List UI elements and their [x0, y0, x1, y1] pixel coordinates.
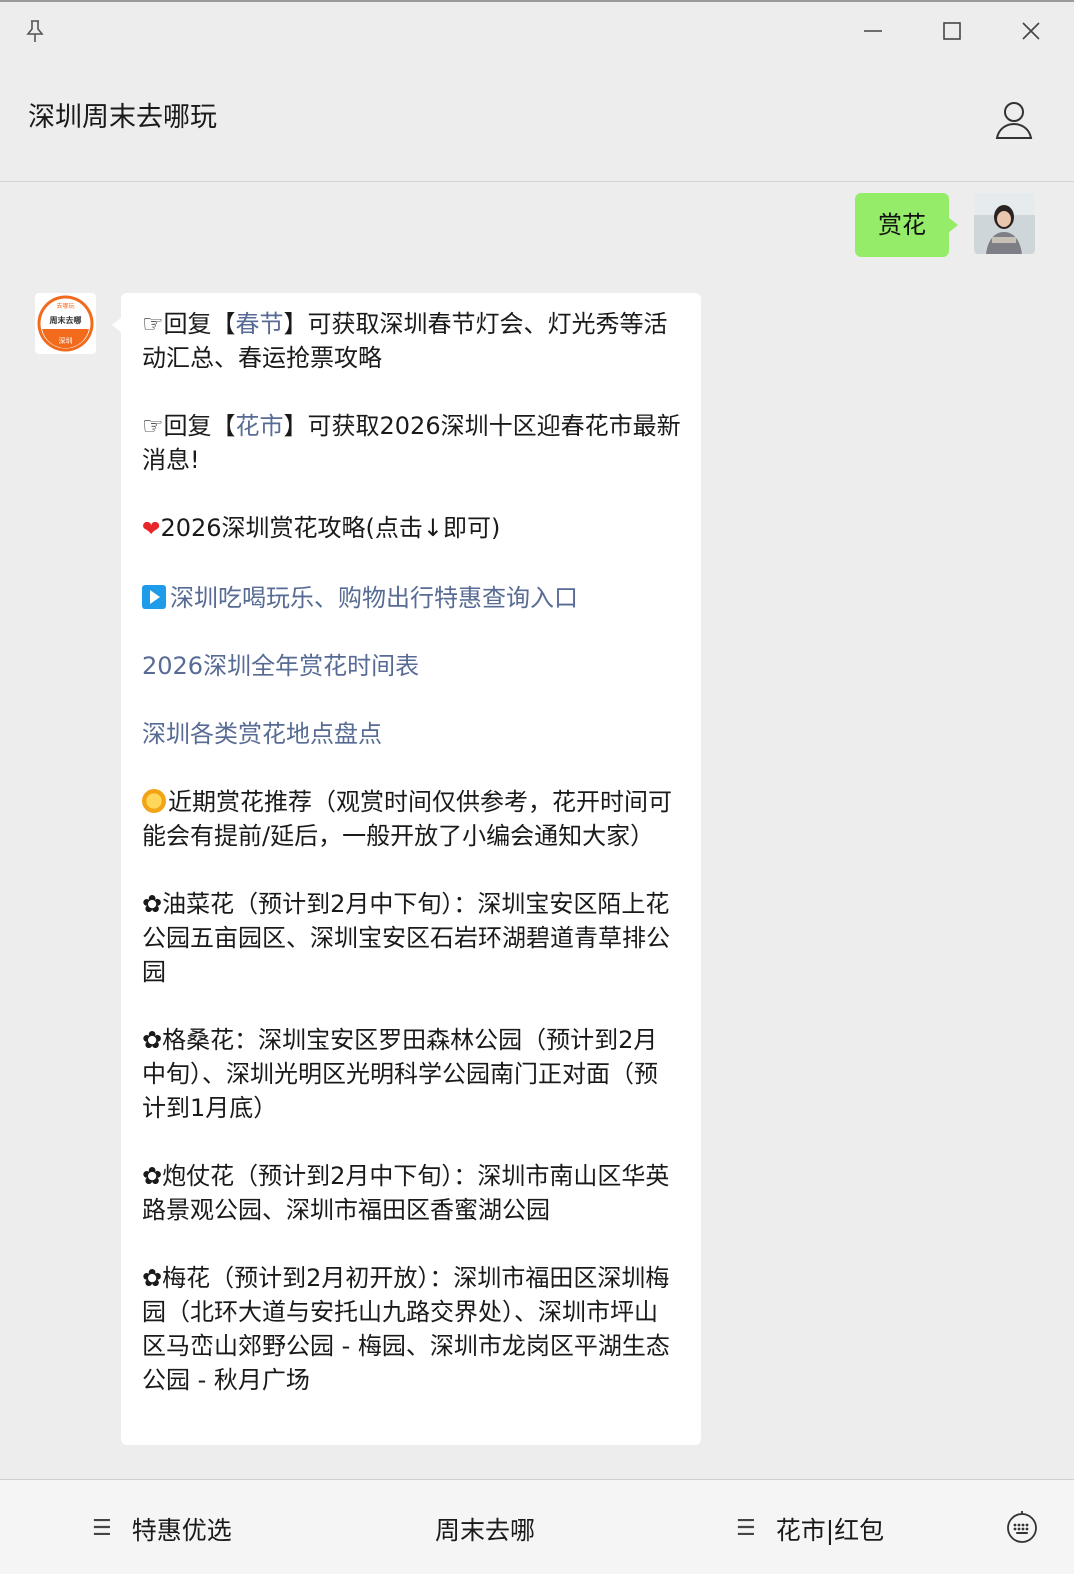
deals-line: 深圳吃喝玩乐、购物出行特惠查询入口	[142, 581, 681, 615]
guide-text: 2026深圳赏花攻略(点击↓即可)	[160, 514, 501, 542]
reply-prefix: ☞回复【	[142, 412, 236, 440]
flower-item: ✿格桑花：深圳宝安区罗田森林公园（预计到2月中旬）、深圳光明区光明科学公园南门正…	[142, 1026, 658, 1122]
outgoing-message[interactable]: 赏花	[855, 193, 958, 257]
incoming-message[interactable]: ☞回复【春节】可获取深圳春节灯会、灯光秀等活动汇总、春运抢票攻略 ☞回复【花市】…	[112, 293, 701, 1445]
message-list[interactable]: 赏花 去哪玩 周末去哪 深圳 ☞回复【春节】可获取深圳春节灯会、灯光秀等活动汇总…	[0, 183, 1074, 1479]
link-deals[interactable]: 深圳吃喝玩乐、购物出行特惠查询入口	[170, 584, 578, 612]
flower-item: ✿炮仗花（预计到2月中下旬）：深圳市南山区华英路景观公园、深圳市福田区香蜜湖公园	[142, 1162, 670, 1224]
link-timetable[interactable]: 2026深圳全年赏花时间表	[142, 652, 419, 680]
footer-menu: ☰ 特惠优选 周末去哪 ☰ 花市|红包	[0, 1479, 1074, 1574]
bot-logo-bottom: 深圳	[59, 336, 73, 345]
locations-line: 深圳各类赏花地点盘点	[142, 717, 681, 751]
menu-item-flower-market[interactable]: ☰ 花市|红包	[736, 1480, 884, 1574]
flower-item: ✿梅花（预计到2月初开放）：深圳市福田区深圳梅园（北环大道与安托山九路交界处）、…	[142, 1264, 670, 1394]
maximize-icon[interactable]	[935, 14, 969, 48]
pin-icon[interactable]	[18, 14, 52, 48]
menu-item-label: 特惠优选	[131, 1515, 232, 1545]
menu-item-weekend[interactable]: 周末去哪	[435, 1480, 535, 1574]
guide-line: ❤2026深圳赏花攻略(点击↓即可)	[142, 511, 681, 547]
menu-lines-icon: ☰	[736, 1516, 756, 1541]
sun-icon	[142, 789, 166, 813]
menu-lines-icon: ☰	[92, 1516, 112, 1541]
chat-window: 深圳周末去哪玩 赏花 去哪玩 周末去哪 深圳 ☞回复【春节】可获取深圳春节灯会、…	[0, 0, 1074, 1574]
keyboard-icon[interactable]	[1004, 1510, 1040, 1546]
play-icon	[142, 585, 166, 609]
bot-avatar[interactable]: 去哪玩 周末去哪 深圳	[35, 293, 96, 354]
timetable-line: 2026深圳全年赏花时间表	[142, 649, 681, 683]
profile-icon[interactable]	[992, 98, 1036, 142]
minimize-icon[interactable]	[856, 14, 890, 48]
chat-title: 深圳周末去哪玩	[28, 102, 217, 133]
bot-logo-top: 去哪玩	[56, 302, 74, 310]
keyword-link-flower-market[interactable]: 花市	[236, 412, 284, 440]
close-icon[interactable]	[1014, 14, 1048, 48]
chat-header: 深圳周末去哪玩	[0, 60, 1074, 182]
reply-hint-spring-festival: ☞回复【春节】可获取深圳春节灯会、灯光秀等活动汇总、春运抢票攻略	[142, 307, 681, 375]
user-avatar[interactable]	[974, 193, 1035, 254]
reply-prefix: ☞回复【	[142, 310, 236, 338]
recommend-line: 近期赏花推荐（观赏时间仅供参考，花开时间可能会有提前/延后，一般开放了小编会通知…	[142, 785, 681, 853]
title-bar	[0, 2, 1074, 60]
menu-item-label: 周末去哪	[435, 1515, 536, 1545]
keyword-link-spring-festival[interactable]: 春节	[236, 310, 284, 338]
flower-item: ✿油菜花（预计到2月中下旬）：深圳宝安区陌上花公园五亩园区、深圳宝安区石岩环湖碧…	[142, 890, 670, 986]
menu-item-deals[interactable]: ☰ 特惠优选	[92, 1480, 232, 1574]
bot-logo-middle: 周末去哪	[50, 315, 82, 325]
heart-icon: ❤	[142, 517, 161, 542]
link-locations[interactable]: 深圳各类赏花地点盘点	[142, 720, 382, 748]
menu-item-label: 花市|红包	[775, 1515, 885, 1545]
reply-hint-flower-market: ☞回复【花市】可获取2026深圳十区迎春花市最新消息!	[142, 409, 681, 477]
recommend-text: 近期赏花推荐（观赏时间仅供参考，花开时间可能会有提前/延后，一般开放了小编会通知…	[142, 788, 672, 850]
